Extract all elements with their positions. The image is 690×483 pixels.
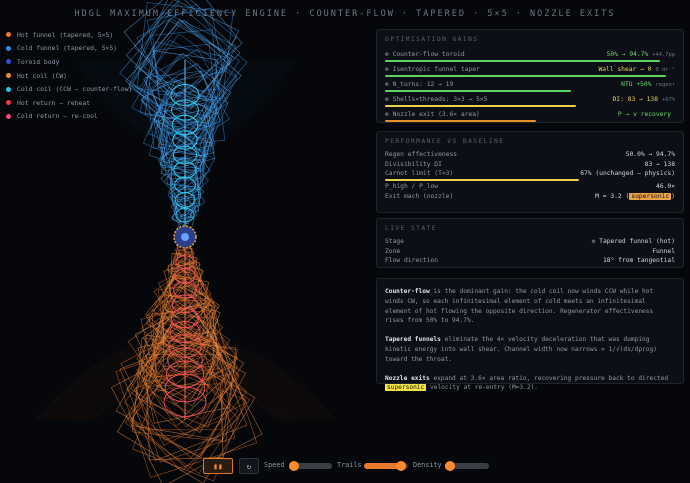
legend-dot-icon <box>6 113 11 119</box>
gain-row: ⊕ Counter-flow toroid 50% → 94.7% +44.7pp <box>385 48 675 62</box>
pause-button[interactable]: ▮▮ <box>203 458 233 474</box>
gain-label: ⊕ Nozzle exit (3.6× area) <box>385 110 480 118</box>
gain-bar <box>385 120 536 122</box>
gain-row: ⊕ N_turns: 12 → 19 NTU +50% regen↑ <box>385 78 675 92</box>
gain-value: Wall shear → 0 <box>598 65 652 73</box>
zone-value: Funnel <box>652 247 675 255</box>
gain-row: ⊕ Nozzle exit (3.6× area) P → v recovery <box>385 108 675 122</box>
description-paragraph: Tapered funnels eliminate the 4× velocit… <box>385 336 657 363</box>
legend-label: Toroid body <box>17 57 60 66</box>
reset-icon: ↻ <box>246 461 252 471</box>
performance-panel: PERFORMANCE VS BASELINE Regen effectiven… <box>376 131 684 213</box>
performance-title: PERFORMANCE VS BASELINE <box>385 138 505 145</box>
trails-slider-handle[interactable] <box>396 461 407 471</box>
trails-label: Trails <box>337 461 362 469</box>
description-paragraph: Nozzle exits expand at 3.6× area ratio, … <box>385 374 669 392</box>
regen-label: Regen effectiveness <box>385 151 458 159</box>
gain-sub: regen↑ <box>655 81 675 88</box>
gain-bar <box>385 60 660 62</box>
trails-slider[interactable] <box>364 461 408 471</box>
stage-label: Stage <box>385 238 404 246</box>
description-panel: Counter-flow is the dominant gain: the c… <box>376 278 684 392</box>
density-slider[interactable] <box>445 461 489 471</box>
legend-label: Cold coil (CCW — counter-flow) <box>17 85 133 94</box>
gain-sub: +67% <box>662 96 675 103</box>
gain-label: ⊕ N_turns: 12 → 19 <box>385 80 454 88</box>
carnot-label: Carnot limit (T=3) <box>385 170 454 178</box>
legend-label: Hot coil (CW) <box>17 71 68 80</box>
legend-dot-icon <box>6 32 11 38</box>
speed-label: Speed <box>264 461 285 469</box>
stage-value: ◇ Tapered funnel (hot) <box>591 238 675 246</box>
legend-label: Hot funnel (tapered, 5×5) <box>17 30 114 39</box>
flow-direction-value: 18° from tangential <box>602 257 675 265</box>
carnot-bar <box>385 178 580 181</box>
legend-dot-icon <box>6 59 11 65</box>
legend: Hot funnel (tapered, 5×5) Cold funnel (t… <box>6 28 132 123</box>
control-bar: ▮▮ ↻ Speed Trails Density <box>0 458 690 474</box>
pressure-ratio-value: 46.0× <box>656 183 675 191</box>
description-paragraph: Counter-flow is the dominant gain: the c… <box>385 288 654 325</box>
gain-label: ⊕ Shells×threads: 3×3 → 5×5 <box>385 95 488 103</box>
gains-panel: OPTIMISATION GAINS ⊕ Counter-flow toroid… <box>376 29 684 123</box>
gain-label: ⊕ Counter-flow toroid <box>385 50 465 58</box>
legend-dot-icon <box>6 73 11 79</box>
gain-sub: 0 dr⁻¹ <box>655 66 675 73</box>
legend-dot-icon <box>6 86 11 92</box>
speed-slider-handle[interactable] <box>289 461 300 471</box>
legend-item: Cold coil (CCW — counter-flow) <box>6 82 132 96</box>
legend-label: Hot return — reheat <box>17 98 91 107</box>
supersonic-highlight: supersonic <box>385 384 427 392</box>
legend-item: Hot funnel (tapered, 5×5) <box>6 28 132 42</box>
live-state-title: LIVE STATE <box>385 225 437 232</box>
zone-label: Zone <box>385 247 401 255</box>
live-state-panel: LIVE STATE Stage ◇ Tapered funnel (hot) Z… <box>376 218 684 268</box>
reset-button[interactable]: ↻ <box>239 458 259 474</box>
legend-dot-icon <box>6 45 11 51</box>
density-slider-handle[interactable] <box>445 461 456 471</box>
legend-item: Cold funnel (tapered, 5×5) <box>6 42 132 56</box>
gain-value: NTU +50% <box>621 80 652 88</box>
flow-direction-label: Flow direction <box>385 257 439 265</box>
carnot-value: 67% (unchanged — physics) <box>580 170 675 178</box>
gain-bar <box>385 105 577 107</box>
legend-label: Cold funnel (tapered, 5×5) <box>17 44 118 53</box>
legend-dot-icon <box>6 100 11 106</box>
gain-row: ⊕ Isentropic funnel taper Wall shear → 00… <box>385 63 675 77</box>
gain-value: P → v recovery <box>617 110 671 118</box>
exit-mach-label: Exit mach (nozzle) <box>385 192 454 200</box>
legend-item: Hot return — reheat <box>6 96 132 110</box>
throat-core-icon <box>181 233 189 241</box>
gain-bar <box>385 90 571 92</box>
divisibility-label: Divisibility DI <box>385 160 442 168</box>
pause-icon: ▮▮ <box>213 461 223 471</box>
supersonic-badge: supersonic <box>629 192 672 200</box>
exit-mach-value: M ≈ 3.2 (supersonic) <box>595 192 675 200</box>
gain-sub: +44.7pp <box>652 51 675 58</box>
gain-value: DI: 83 → 138 <box>612 95 659 103</box>
gain-bar <box>385 75 667 77</box>
legend-label: Cold return — re-cool <box>17 112 98 121</box>
regen-value: 50.0% → 94.7% <box>625 151 675 159</box>
legend-item: Toroid body <box>6 55 132 69</box>
density-label: Density <box>413 461 442 469</box>
legend-item: Hot coil (CW) <box>6 69 132 83</box>
gain-label: ⊕ Isentropic funnel taper <box>385 65 480 73</box>
speed-slider[interactable] <box>289 461 332 471</box>
gain-value: 50% → 94.7% <box>606 50 649 58</box>
legend-item: Cold return — re-cool <box>6 110 132 124</box>
gains-title: OPTIMISATION GAINS <box>385 36 479 43</box>
gain-row: ⊕ Shells×threads: 3×3 → 5×5 DI: 83 → 138 +… <box>385 93 675 107</box>
pressure-ratio-label: P_high / P_low <box>385 183 439 191</box>
divisibility-value: 83 → 138 <box>644 160 675 168</box>
